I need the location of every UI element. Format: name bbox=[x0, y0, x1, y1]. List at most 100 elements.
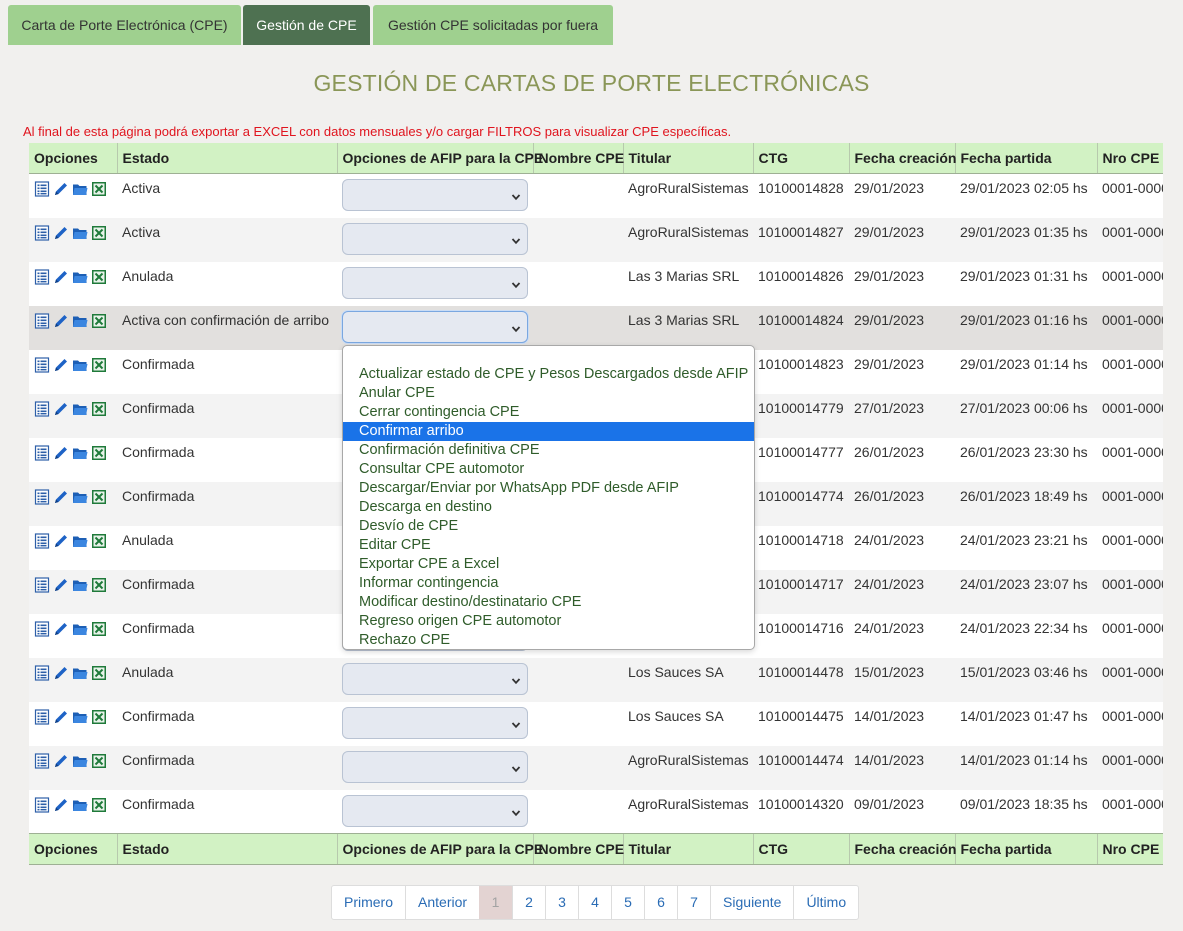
afip-options-select[interactable] bbox=[342, 662, 528, 695]
page-last-button[interactable]: Último bbox=[793, 886, 858, 919]
dropdown-option[interactable]: Confirmar arribo bbox=[343, 422, 754, 441]
pencil-icon[interactable] bbox=[53, 181, 69, 197]
pencil-icon[interactable] bbox=[53, 709, 69, 725]
page-number-5[interactable]: 5 bbox=[611, 886, 644, 919]
list-icon[interactable] bbox=[34, 400, 50, 417]
tab-carta-de-porte[interactable]: Carta de Porte Electrónica (CPE) bbox=[8, 5, 241, 45]
page-number-2[interactable]: 2 bbox=[512, 886, 545, 919]
folder-icon[interactable] bbox=[72, 357, 88, 373]
list-icon[interactable] bbox=[34, 532, 50, 549]
list-icon[interactable] bbox=[34, 796, 50, 813]
excel-icon[interactable] bbox=[91, 401, 107, 417]
excel-icon[interactable] bbox=[91, 445, 107, 461]
dropdown-option[interactable]: Regreso origen CPE automotor bbox=[343, 612, 754, 631]
dropdown-option[interactable]: Actualizar estado de CPE y Pesos Descarg… bbox=[343, 365, 754, 384]
list-icon[interactable] bbox=[34, 664, 50, 681]
folder-icon[interactable] bbox=[72, 665, 88, 681]
afip-options-select[interactable] bbox=[342, 750, 528, 783]
pencil-icon[interactable] bbox=[53, 445, 69, 461]
list-icon[interactable] bbox=[34, 488, 50, 505]
pencil-icon[interactable] bbox=[53, 357, 69, 373]
excel-icon[interactable] bbox=[91, 313, 107, 329]
page-first-button[interactable]: Primero bbox=[332, 886, 405, 919]
folder-icon[interactable] bbox=[72, 797, 88, 813]
afip-options-select[interactable] bbox=[342, 266, 528, 299]
folder-icon[interactable] bbox=[72, 709, 88, 725]
afip-options-select[interactable] bbox=[342, 222, 528, 255]
pencil-icon[interactable] bbox=[53, 489, 69, 505]
dropdown-option[interactable]: Rechazo CPE bbox=[343, 631, 754, 650]
page-number-4[interactable]: 4 bbox=[578, 886, 611, 919]
folder-icon[interactable] bbox=[72, 445, 88, 461]
page-number-7[interactable]: 7 bbox=[677, 886, 710, 919]
pencil-icon[interactable] bbox=[53, 225, 69, 241]
pencil-icon[interactable] bbox=[53, 797, 69, 813]
excel-icon[interactable] bbox=[91, 489, 107, 505]
excel-icon[interactable] bbox=[91, 797, 107, 813]
list-icon[interactable] bbox=[34, 312, 50, 329]
pencil-icon[interactable] bbox=[53, 401, 69, 417]
tab-gestion-cpe[interactable]: Gestión de CPE bbox=[243, 5, 370, 45]
excel-icon[interactable] bbox=[91, 533, 107, 549]
excel-icon[interactable] bbox=[91, 709, 107, 725]
folder-icon[interactable] bbox=[72, 621, 88, 637]
folder-icon[interactable] bbox=[72, 313, 88, 329]
folder-icon[interactable] bbox=[72, 753, 88, 769]
afip-options-select[interactable] bbox=[342, 706, 528, 739]
list-icon[interactable] bbox=[34, 752, 50, 769]
page-number-3[interactable]: 3 bbox=[545, 886, 578, 919]
page-next-button[interactable]: Siguiente bbox=[710, 886, 793, 919]
dropdown-option[interactable]: Anular CPE bbox=[343, 384, 754, 403]
folder-icon[interactable] bbox=[72, 181, 88, 197]
dropdown-option[interactable]: Exportar CPE a Excel bbox=[343, 555, 754, 574]
dropdown-option[interactable]: Descarga en destino bbox=[343, 498, 754, 517]
folder-icon[interactable] bbox=[72, 533, 88, 549]
pencil-icon[interactable] bbox=[53, 665, 69, 681]
cell-nro-cpe: 0001-0000 bbox=[1097, 481, 1163, 526]
excel-icon[interactable] bbox=[91, 753, 107, 769]
pencil-icon[interactable] bbox=[53, 753, 69, 769]
dropdown-option[interactable]: Descargar/Enviar por WhatsApp PDF desde … bbox=[343, 479, 754, 498]
list-icon[interactable] bbox=[34, 224, 50, 241]
pencil-icon[interactable] bbox=[53, 269, 69, 285]
folder-icon[interactable] bbox=[72, 269, 88, 285]
list-icon[interactable] bbox=[34, 708, 50, 725]
dropdown-option[interactable]: Consultar CPE automotor bbox=[343, 460, 754, 479]
list-icon[interactable] bbox=[34, 181, 50, 197]
afip-options-select[interactable] bbox=[342, 794, 528, 827]
page-number-1[interactable]: 1 bbox=[479, 886, 513, 919]
dropdown-option[interactable]: Cerrar contingencia CPE bbox=[343, 403, 754, 422]
dropdown-option[interactable]: Desvío de CPE bbox=[343, 517, 754, 536]
excel-icon[interactable] bbox=[91, 269, 107, 285]
list-icon[interactable] bbox=[34, 620, 50, 637]
folder-icon[interactable] bbox=[72, 225, 88, 241]
pencil-icon[interactable] bbox=[53, 621, 69, 637]
pencil-icon[interactable] bbox=[53, 533, 69, 549]
excel-icon[interactable] bbox=[91, 665, 107, 681]
excel-icon[interactable] bbox=[91, 225, 107, 241]
folder-icon[interactable] bbox=[72, 489, 88, 505]
excel-icon[interactable] bbox=[91, 181, 107, 197]
dropdown-option[interactable]: Modificar destino/destinatario CPE bbox=[343, 593, 754, 612]
tab-gestion-cpe-fuera[interactable]: Gestión CPE solicitadas por fuera bbox=[373, 5, 613, 45]
dropdown-option[interactable]: Confirmación definitiva CPE bbox=[343, 441, 754, 460]
page-number-6[interactable]: 6 bbox=[644, 886, 677, 919]
afip-options-select[interactable] bbox=[342, 179, 528, 211]
pencil-icon[interactable] bbox=[53, 577, 69, 593]
excel-icon[interactable] bbox=[91, 357, 107, 373]
folder-icon[interactable] bbox=[72, 401, 88, 417]
list-icon[interactable] bbox=[34, 356, 50, 373]
header-col-7: Fecha partida bbox=[954, 143, 1097, 174]
excel-icon[interactable] bbox=[91, 621, 107, 637]
afip-options-dropdown[interactable]: Actualizar estado de CPE y Pesos Descarg… bbox=[342, 345, 755, 650]
page-prev-button[interactable]: Anterior bbox=[405, 886, 479, 919]
excel-icon[interactable] bbox=[91, 577, 107, 593]
dropdown-option[interactable]: Informar contingencia bbox=[343, 574, 754, 593]
dropdown-option[interactable]: Editar CPE bbox=[343, 536, 754, 555]
list-icon[interactable] bbox=[34, 576, 50, 593]
afip-options-select[interactable] bbox=[342, 310, 528, 343]
list-icon[interactable] bbox=[34, 444, 50, 461]
pencil-icon[interactable] bbox=[53, 313, 69, 329]
list-icon[interactable] bbox=[34, 268, 50, 285]
folder-icon[interactable] bbox=[72, 577, 88, 593]
